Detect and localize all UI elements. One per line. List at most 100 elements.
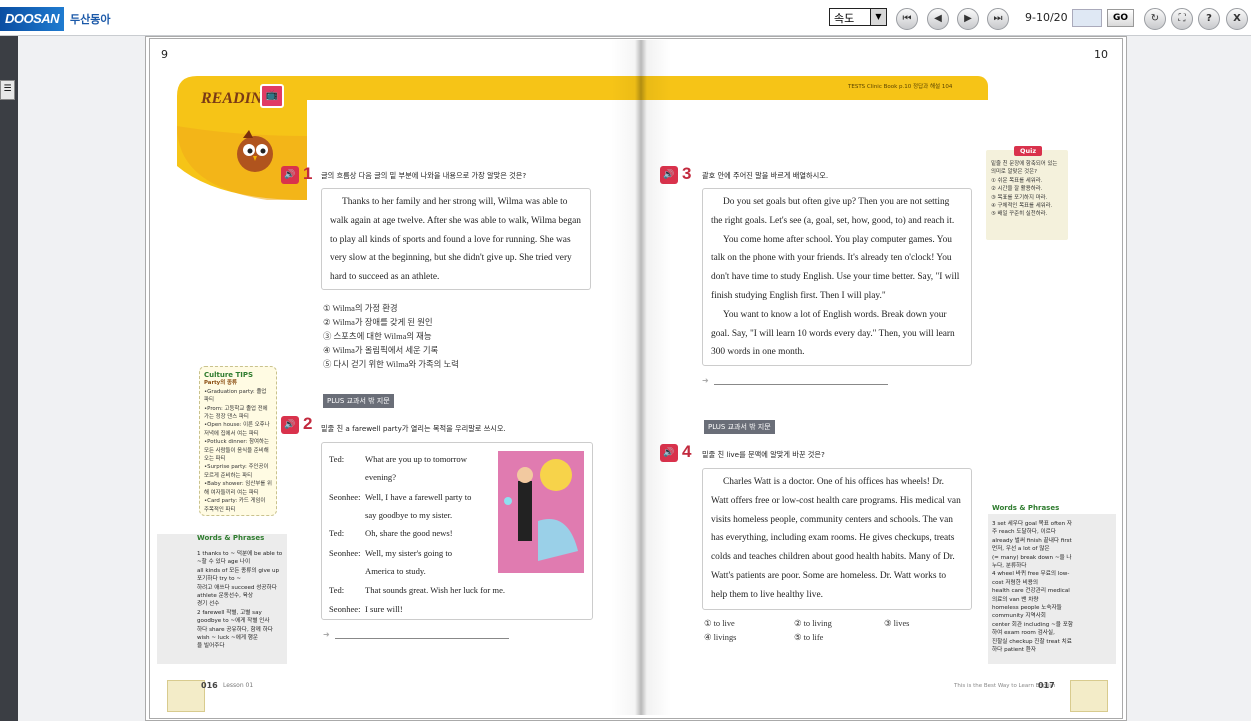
go-button[interactable]: GO: [1107, 9, 1134, 27]
fullscreen-button[interactable]: ⛶: [1171, 8, 1193, 30]
q3-audio-icon[interactable]: 🔊: [660, 166, 678, 184]
q3-line-8: goal. Say, "I will learn 10 words every …: [711, 328, 955, 339]
q1-number: 1: [303, 164, 313, 183]
q1-option-5[interactable]: ⑤ 다시 걷기 위한 Wilma와 가족의 노력: [323, 358, 459, 370]
brand-name: 두산동아: [70, 13, 111, 26]
q2-speaker-5: Ted:: [329, 528, 345, 538]
q3-prompt: 괄호 안에 주어진 말을 바르게 배열하시오.: [702, 171, 829, 180]
q1-option-1[interactable]: ① Wilma의 가정 환경: [323, 302, 398, 314]
quiz-option-5[interactable]: ⑤ 배일 꾸준히 실천하라.: [991, 210, 1063, 218]
q2-speaker-6: Seonhee:: [329, 548, 361, 558]
q1-option-3[interactable]: ③ 스포츠에 대한 Wilma의 재능: [323, 330, 432, 342]
quiz-option-2[interactable]: ② 시간을 잘 활용하라.: [991, 185, 1063, 193]
q2-line-7: America to study.: [365, 566, 426, 576]
tv-icon[interactable]: 📺: [260, 84, 284, 108]
q1-option-2[interactable]: ② Wilma가 장애를 갖게 된 원인: [323, 316, 433, 328]
last-page-button[interactable]: ⏭: [987, 8, 1009, 30]
right-page[interactable]: 10 TESTS Clinic Book p.10 정답과 해설 104 🔊 3…: [638, 40, 1116, 715]
book-spread: 9 READING 📺 🔊 1 글의 흐름상 다음 글의 밑 부분에 나와을 내…: [145, 36, 1127, 721]
skip-back-icon: ⏮: [902, 13, 912, 24]
q2-line-3: Well, I have a farewell party to: [365, 492, 472, 502]
q3-number: 3: [682, 164, 692, 183]
q3-line-6: finish studying English first. Then I wi…: [711, 290, 886, 301]
words-left-title: Words & Phrases: [197, 534, 265, 542]
right-page-number: 10: [1094, 48, 1108, 61]
q4-option-3[interactable]: ③ lives: [884, 618, 909, 628]
q4-line-3: visits homeless people, community center…: [711, 514, 953, 525]
menu-icon[interactable]: ☰: [0, 80, 15, 100]
q2-line-6: Well, my sister's going to: [365, 548, 453, 558]
help-button[interactable]: ?: [1198, 8, 1220, 30]
q1-audio-icon[interactable]: 🔊: [281, 166, 299, 184]
prev-page-button[interactable]: ◀: [927, 8, 949, 30]
page-number-input[interactable]: [1072, 9, 1102, 27]
culture-tips-box: Culture TIPS Party의 종류 •Graduation party…: [199, 366, 277, 516]
q1-line-4: very slow at the beginning, but she didn…: [330, 253, 572, 264]
culture-tip-2: •Prom: 고등학교 졸업 전에 가는 정장 댄스 파티: [204, 405, 268, 421]
q2-answer-line[interactable]: [335, 638, 509, 639]
party-illustration: [498, 451, 584, 573]
first-page-button[interactable]: ⏮: [896, 8, 918, 30]
fullscreen-icon: ⛶: [1178, 13, 1186, 24]
words-right-line-2: already 벌써 finish 끝내다 first 먼저, 우선 a lot…: [992, 537, 1072, 553]
quiz-prompt: 밑줄 친 문장에 함축되어 있는 의미로 알맞은 것은?: [991, 161, 1058, 176]
q4-option-4[interactable]: ④ livings: [704, 632, 736, 642]
speed-select-value: 속도: [834, 12, 855, 25]
q2-speaker-8: Ted:: [329, 585, 345, 595]
q4-passage: Charles Watt is a doctor. One of his off…: [711, 473, 963, 605]
q3-line-2: the right goals. Let's see (a, goal, set…: [711, 215, 955, 226]
q3-line-1: Do you set goals but often give up? Then…: [723, 197, 950, 207]
culture-tip-1: •Graduation party: 졸업 파티: [204, 388, 267, 404]
quiz-box: Quiz 밑줄 친 문장에 함축되어 있는 의미로 알맞은 것은? ① 쉬운 목…: [986, 146, 1068, 240]
quiz-option-3[interactable]: ③ 목표를 포기하지 마라.: [991, 194, 1063, 202]
q2-line-8: That sounds great. Wish her luck for me.: [365, 585, 506, 595]
q4-passage-box: Charles Watt is a doctor. One of his off…: [702, 468, 972, 610]
words-right-line-6: homeless people 노숙자들 community 지역사회: [992, 605, 1062, 620]
culture-tip-5: •Surprise party: 주인공이 모르게 준비하는 파티: [204, 464, 269, 479]
refresh-button[interactable]: ↻: [1144, 8, 1166, 30]
q4-number: 4: [682, 442, 692, 461]
words-left-line-1: 1 thanks to ~ 덕분에 be able to ~할 수 있다 age…: [197, 551, 283, 566]
close-button[interactable]: X: [1226, 8, 1248, 30]
q2-audio-icon[interactable]: 🔊: [281, 416, 299, 434]
q3-passage-box: Do you set goals but often give up? Then…: [702, 188, 972, 366]
page-corner-left-icon[interactable]: [167, 680, 205, 712]
doosan-logo: DOOSAN: [0, 7, 64, 31]
q4-option-5[interactable]: ⑤ to life: [794, 632, 823, 642]
q2-speaker-1: Ted:: [329, 454, 345, 464]
chevron-down-icon[interactable]: ▼: [870, 9, 886, 25]
words-left-line-4: 경기 선수: [197, 601, 220, 608]
culture-tip-3: •Open house: 이른 오후나 저녁에 집에서 여는 파티: [204, 422, 270, 437]
quiz-option-4[interactable]: ④ 구체적인 목표를 세워라.: [991, 202, 1063, 210]
q2-line-9: I sure will!: [365, 604, 403, 614]
left-page[interactable]: 9 READING 📺 🔊 1 글의 흐름상 다음 글의 밑 부분에 나와을 내…: [157, 40, 639, 715]
q4-audio-icon[interactable]: 🔊: [660, 444, 678, 462]
speed-select[interactable]: 속도 ▼: [829, 8, 887, 26]
q4-option-1[interactable]: ① to live: [704, 618, 735, 628]
q1-line-5: hard to succeed as an athlete.: [330, 272, 440, 283]
footer-right-page: 017: [1038, 681, 1055, 690]
q4-line-6: Watt's patients are poor. Some are homel…: [711, 570, 947, 581]
words-right-line-5: health care 건강관리 medical 의료의 van 밴 차량: [992, 588, 1070, 603]
skip-forward-icon: ⏭: [993, 13, 1003, 24]
triangle-right-icon: ▶: [964, 13, 972, 24]
page-indicator: 9-10/20: [1025, 11, 1068, 24]
footer-left-lesson: Lesson 01: [223, 682, 254, 689]
footer-left-page: 016: [201, 681, 218, 690]
header-right: TESTS Clinic Book p.10 정답과 해설 104: [848, 84, 953, 90]
q3-line-5: don't have time to study English. Use yo…: [711, 272, 960, 283]
q1-option-4[interactable]: ④ Wilma가 올림픽에서 세운 기록: [323, 344, 438, 356]
triangle-left-icon: ◀: [934, 13, 942, 24]
words-right-line-7: center 회관 including ~을 포함하여 exam room 검사…: [992, 621, 1074, 637]
q4-option-2[interactable]: ② to living: [794, 618, 832, 628]
quiz-option-1[interactable]: ① 쉬운 목표를 세워라.: [991, 177, 1063, 185]
q2-speaker-9: Seonhee:: [329, 604, 361, 614]
words-right-line-3: (= many) break down ~을 나누다, 분류하다: [992, 554, 1072, 570]
next-page-button[interactable]: ▶: [957, 8, 979, 30]
q3-line-9: 300 words in one month.: [711, 347, 805, 358]
culture-tip-4: •Potluck dinner: 참여하는 모든 사람들이 음식을 준비해 오는…: [204, 439, 269, 463]
page-corner-right-icon[interactable]: [1070, 680, 1108, 712]
words-right-title: Words & Phrases: [992, 504, 1060, 512]
q4-line-1: Charles Watt is a doctor. One of his off…: [723, 477, 944, 487]
q3-answer-line[interactable]: [714, 384, 888, 385]
